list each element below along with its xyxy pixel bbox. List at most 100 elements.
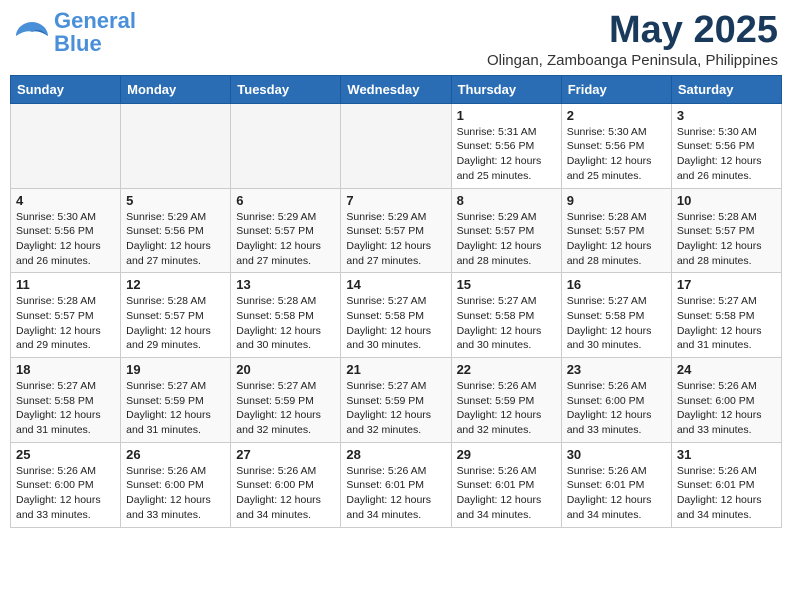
day-info: Sunrise: 5:28 AMSunset: 5:57 PMDaylight:… <box>567 210 666 269</box>
day-info: Sunrise: 5:26 AMSunset: 6:00 PMDaylight:… <box>567 379 666 438</box>
day-number: 14 <box>346 277 445 292</box>
day-info: Sunrise: 5:29 AMSunset: 5:56 PMDaylight:… <box>126 210 225 269</box>
day-number: 21 <box>346 362 445 377</box>
day-number: 6 <box>236 193 335 208</box>
day-number: 2 <box>567 108 666 123</box>
week-row-3: 11 Sunrise: 5:28 AMSunset: 5:57 PMDayligh… <box>11 273 782 358</box>
day-info: Sunrise: 5:28 AMSunset: 5:57 PMDaylight:… <box>677 210 776 269</box>
day-info: Sunrise: 5:28 AMSunset: 5:57 PMDaylight:… <box>126 294 225 353</box>
day-info: Sunrise: 5:26 AMSunset: 6:00 PMDaylight:… <box>236 464 335 523</box>
day-info: Sunrise: 5:27 AMSunset: 5:58 PMDaylight:… <box>677 294 776 353</box>
calendar-cell: 10 Sunrise: 5:28 AMSunset: 5:57 PMDayligh… <box>671 188 781 273</box>
calendar-cell <box>231 103 341 188</box>
logo-text: GeneralBlue <box>54 8 136 56</box>
weekday-header-row: SundayMondayTuesdayWednesdayThursdayFrid… <box>11 75 782 103</box>
day-info: Sunrise: 5:26 AMSunset: 6:00 PMDaylight:… <box>677 379 776 438</box>
calendar-cell: 29 Sunrise: 5:26 AMSunset: 6:01 PMDayligh… <box>451 442 561 527</box>
weekday-header-wednesday: Wednesday <box>341 75 451 103</box>
calendar-table: SundayMondayTuesdayWednesdayThursdayFrid… <box>10 75 782 528</box>
day-info: Sunrise: 5:26 AMSunset: 6:00 PMDaylight:… <box>16 464 115 523</box>
calendar-cell: 5 Sunrise: 5:29 AMSunset: 5:56 PMDaylight… <box>121 188 231 273</box>
weekday-header-tuesday: Tuesday <box>231 75 341 103</box>
day-info: Sunrise: 5:26 AMSunset: 6:01 PMDaylight:… <box>567 464 666 523</box>
calendar-cell: 16 Sunrise: 5:27 AMSunset: 5:58 PMDayligh… <box>561 273 671 358</box>
calendar-cell: 8 Sunrise: 5:29 AMSunset: 5:57 PMDaylight… <box>451 188 561 273</box>
location-subtitle: Olingan, Zamboanga Peninsula, Philippine… <box>487 52 778 69</box>
day-number: 20 <box>236 362 335 377</box>
calendar-cell: 22 Sunrise: 5:26 AMSunset: 5:59 PMDayligh… <box>451 358 561 443</box>
calendar-cell: 13 Sunrise: 5:28 AMSunset: 5:58 PMDayligh… <box>231 273 341 358</box>
calendar-cell: 26 Sunrise: 5:26 AMSunset: 6:00 PMDayligh… <box>121 442 231 527</box>
day-number: 25 <box>16 447 115 462</box>
weekday-header-thursday: Thursday <box>451 75 561 103</box>
day-info: Sunrise: 5:27 AMSunset: 5:59 PMDaylight:… <box>126 379 225 438</box>
day-info: Sunrise: 5:27 AMSunset: 5:58 PMDaylight:… <box>346 294 445 353</box>
calendar-cell: 20 Sunrise: 5:27 AMSunset: 5:59 PMDayligh… <box>231 358 341 443</box>
day-number: 4 <box>16 193 115 208</box>
day-info: Sunrise: 5:26 AMSunset: 5:59 PMDaylight:… <box>457 379 556 438</box>
day-info: Sunrise: 5:28 AMSunset: 5:58 PMDaylight:… <box>236 294 335 353</box>
day-info: Sunrise: 5:30 AMSunset: 5:56 PMDaylight:… <box>567 125 666 184</box>
day-number: 31 <box>677 447 776 462</box>
calendar-cell: 3Sunrise: 5:30 AMSunset: 5:56 PMDaylight… <box>671 103 781 188</box>
calendar-cell: 7 Sunrise: 5:29 AMSunset: 5:57 PMDaylight… <box>341 188 451 273</box>
calendar-cell: 2 Sunrise: 5:30 AMSunset: 5:56 PMDaylight… <box>561 103 671 188</box>
weekday-header-friday: Friday <box>561 75 671 103</box>
calendar-cell: 25 Sunrise: 5:26 AMSunset: 6:00 PMDayligh… <box>11 442 121 527</box>
day-info: Sunrise: 5:27 AMSunset: 5:59 PMDaylight:… <box>346 379 445 438</box>
day-info: Sunrise: 5:27 AMSunset: 5:58 PMDaylight:… <box>567 294 666 353</box>
day-number: 24 <box>677 362 776 377</box>
day-number: 12 <box>126 277 225 292</box>
day-number: 19 <box>126 362 225 377</box>
calendar-cell <box>341 103 451 188</box>
calendar-cell: 27 Sunrise: 5:26 AMSunset: 6:00 PMDayligh… <box>231 442 341 527</box>
day-number: 27 <box>236 447 335 462</box>
day-number: 1 <box>457 108 556 123</box>
week-row-5: 25 Sunrise: 5:26 AMSunset: 6:00 PMDayligh… <box>11 442 782 527</box>
day-info: Sunrise: 5:29 AMSunset: 5:57 PMDaylight:… <box>457 210 556 269</box>
month-title: May 2025 <box>487 10 778 52</box>
calendar-cell: 15Sunrise: 5:27 AMSunset: 5:58 PMDayligh… <box>451 273 561 358</box>
day-number: 22 <box>457 362 556 377</box>
day-number: 3 <box>677 108 776 123</box>
day-number: 26 <box>126 447 225 462</box>
day-info: Sunrise: 5:29 AMSunset: 5:57 PMDaylight:… <box>236 210 335 269</box>
day-info: Sunrise: 5:27 AMSunset: 5:59 PMDaylight:… <box>236 379 335 438</box>
day-info: Sunrise: 5:27 AMSunset: 5:58 PMDaylight:… <box>16 379 115 438</box>
calendar-cell <box>121 103 231 188</box>
day-info: Sunrise: 5:26 AMSunset: 6:01 PMDaylight:… <box>457 464 556 523</box>
logo-icon <box>14 18 50 48</box>
day-number: 15 <box>457 277 556 292</box>
day-number: 18 <box>16 362 115 377</box>
day-info: Sunrise: 5:26 AMSunset: 6:01 PMDaylight:… <box>346 464 445 523</box>
day-number: 13 <box>236 277 335 292</box>
calendar-cell: 11 Sunrise: 5:28 AMSunset: 5:57 PMDayligh… <box>11 273 121 358</box>
day-info: Sunrise: 5:29 AMSunset: 5:57 PMDaylight:… <box>346 210 445 269</box>
calendar-cell: 31Sunrise: 5:26 AMSunset: 6:01 PMDayligh… <box>671 442 781 527</box>
week-row-2: 4Sunrise: 5:30 AMSunset: 5:56 PMDaylight… <box>11 188 782 273</box>
calendar-cell: 18 Sunrise: 5:27 AMSunset: 5:58 PMDayligh… <box>11 358 121 443</box>
page-header: GeneralBlue May 2025 Olingan, Zamboanga … <box>10 10 782 69</box>
day-number: 7 <box>346 193 445 208</box>
calendar-cell: 19 Sunrise: 5:27 AMSunset: 5:59 PMDayligh… <box>121 358 231 443</box>
day-number: 11 <box>16 277 115 292</box>
day-info: Sunrise: 5:28 AMSunset: 5:57 PMDaylight:… <box>16 294 115 353</box>
calendar-cell: 21 Sunrise: 5:27 AMSunset: 5:59 PMDayligh… <box>341 358 451 443</box>
logo: GeneralBlue <box>14 10 136 56</box>
day-number: 28 <box>346 447 445 462</box>
day-number: 29 <box>457 447 556 462</box>
calendar-cell: 12 Sunrise: 5:28 AMSunset: 5:57 PMDayligh… <box>121 273 231 358</box>
day-number: 16 <box>567 277 666 292</box>
title-block: May 2025 Olingan, Zamboanga Peninsula, P… <box>487 10 778 69</box>
day-info: Sunrise: 5:31 AMSunset: 5:56 PMDaylight:… <box>457 125 556 184</box>
calendar-cell <box>11 103 121 188</box>
calendar-cell: 30Sunrise: 5:26 AMSunset: 6:01 PMDayligh… <box>561 442 671 527</box>
calendar-cell: 23Sunrise: 5:26 AMSunset: 6:00 PMDayligh… <box>561 358 671 443</box>
day-number: 8 <box>457 193 556 208</box>
day-number: 5 <box>126 193 225 208</box>
week-row-4: 18 Sunrise: 5:27 AMSunset: 5:58 PMDayligh… <box>11 358 782 443</box>
day-info: Sunrise: 5:26 AMSunset: 6:00 PMDaylight:… <box>126 464 225 523</box>
day-number: 10 <box>677 193 776 208</box>
weekday-header-monday: Monday <box>121 75 231 103</box>
weekday-header-sunday: Sunday <box>11 75 121 103</box>
